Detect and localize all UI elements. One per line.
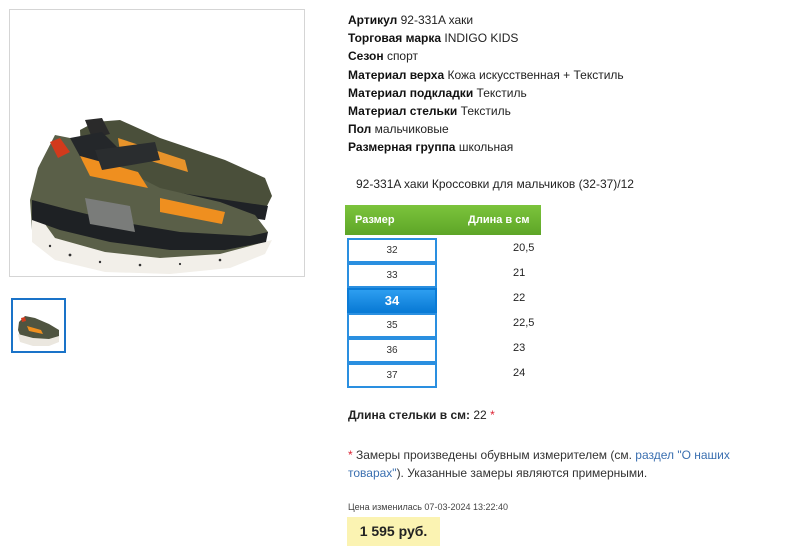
spec-season: Сезон спорт [348, 49, 419, 64]
sneaker-thumbnail-icon [18, 316, 59, 346]
note-text-before: Замеры произведены обувным измерителем (… [352, 448, 636, 462]
spec-upper-material: Материал верха Кожа искусственная + Текс… [348, 67, 624, 82]
size-length: 24 [513, 367, 526, 379]
spec-lining-material: Материал подкладки Текстиль [348, 85, 527, 100]
sneaker-photo-icon [30, 118, 272, 274]
spec-brand: Торговая марка INDIGO KIDS [348, 31, 519, 46]
spec-size-group: Размерная группа школьная [348, 140, 514, 155]
size-column-header: Размер [355, 214, 395, 226]
size-option-34-selected[interactable]: 34 [347, 288, 437, 313]
size-row: 34 22 [345, 288, 541, 313]
price-changed-date: Цена изменилась 07-03-2024 13:22:40 [348, 502, 509, 512]
size-option-33[interactable]: 33 [347, 263, 437, 288]
size-length: 23 [513, 342, 526, 354]
spec-insole-material: Материал стельки Текстиль [348, 103, 511, 118]
product-specs: Артикул 92-331A хаки Торговая марка INDI… [348, 11, 624, 157]
insole-value: 22 [473, 408, 487, 422]
product-title: 92-331A хаки Кроссовки для мальчиков (32… [356, 177, 634, 191]
spec-article: Артикул 92-331A хаки [348, 13, 474, 27]
size-option-35[interactable]: 35 [347, 313, 437, 338]
price: 1 595 руб. [347, 517, 440, 546]
size-length: 22,5 [513, 317, 535, 329]
size-length: 21 [513, 267, 526, 279]
thumbnail-1[interactable] [11, 298, 66, 353]
size-row: 33 21 [345, 263, 541, 288]
size-option-36[interactable]: 36 [347, 338, 437, 363]
size-row: 32 20,5 [345, 238, 541, 263]
insole-asterisk: * [490, 408, 495, 422]
size-option-37[interactable]: 37 [347, 363, 437, 388]
size-length: 22 [513, 292, 526, 304]
spec-gender: Пол мальчиковые [348, 122, 449, 137]
size-row: 37 24 [345, 363, 541, 388]
main-product-photo[interactable] [9, 9, 305, 277]
size-row: 35 22,5 [345, 313, 541, 338]
insole-length: Длина стельки в см: 22 * [348, 408, 495, 422]
size-row: 36 23 [345, 338, 541, 363]
length-column-header: Длина в см [468, 214, 530, 226]
size-length: 20,5 [513, 242, 535, 254]
insole-label: Длина стельки в см: [348, 408, 471, 422]
measurement-note: * Замеры произведены обувным измерителем… [348, 446, 768, 482]
note-text-after: ). Указанные замеры являются примерными. [396, 466, 648, 480]
size-option-32[interactable]: 32 [347, 238, 437, 263]
size-table-header: Размер Длина в см [345, 205, 541, 235]
